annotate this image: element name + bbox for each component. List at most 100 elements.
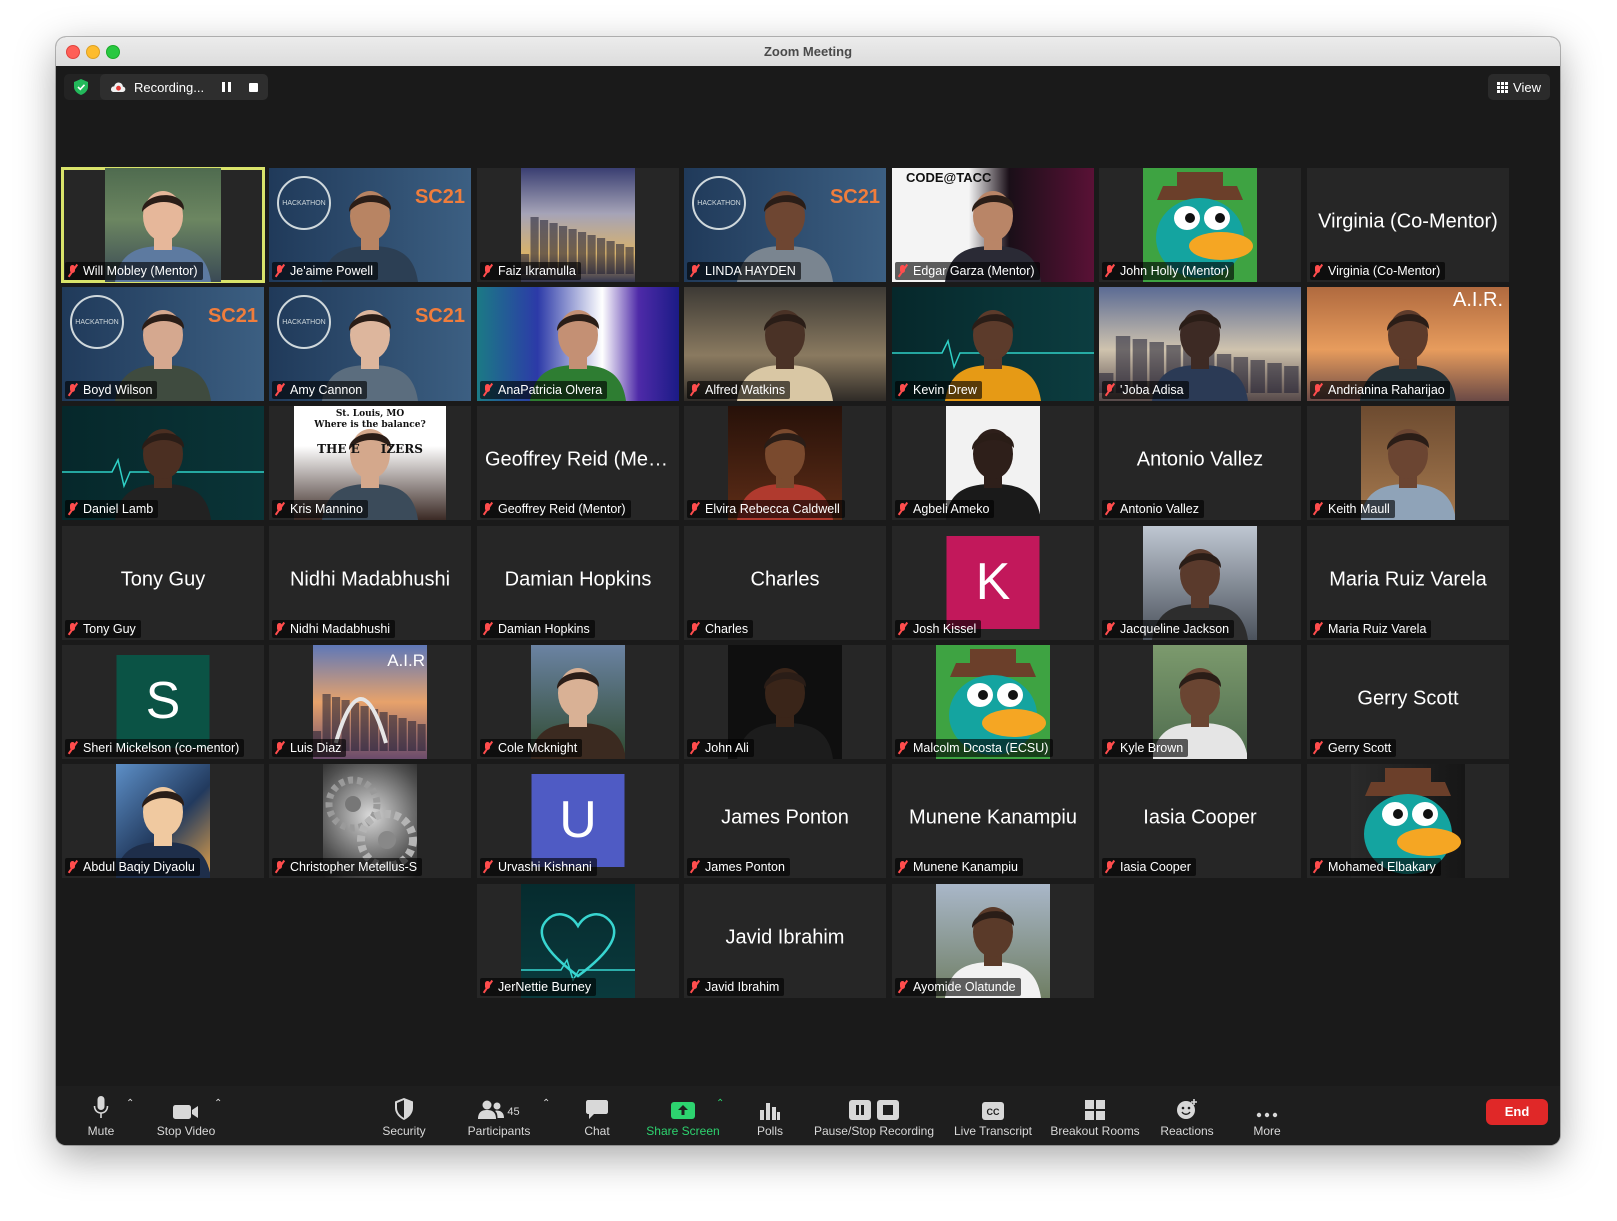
participant-tile[interactable]: Gerry Scott Gerry Scott: [1307, 645, 1509, 759]
participant-tile[interactable]: Malcolm Dcosta (ECSU): [892, 645, 1094, 759]
participant-tile[interactable]: Abdul Baqiy Diyaolu: [62, 764, 264, 878]
participant-tile[interactable]: St. Louis, MO Where is the balance? THE E …: [269, 406, 471, 520]
end-meeting-button[interactable]: End: [1486, 1099, 1548, 1125]
air-logo: A.I.R: [387, 651, 425, 670]
pause-stop-recording-button[interactable]: Pause/Stop Recording: [813, 1086, 935, 1145]
muted-microphone-icon: [690, 742, 699, 754]
participant-name: Maria Ruiz Varela: [1328, 622, 1427, 636]
participant-tile[interactable]: Ayomide Olatunde: [892, 884, 1094, 998]
breakout-rooms-button[interactable]: Breakout Rooms: [1048, 1086, 1142, 1145]
participant-avatar-initial: K: [946, 536, 1040, 629]
participant-tile[interactable]: Cole Mcknight: [477, 645, 679, 759]
video-options-caret-icon[interactable]: ⌃: [214, 1098, 222, 1109]
recording-indicator[interactable]: Recording...: [100, 74, 269, 100]
participant-tile[interactable]: HACKATHON SC21 Je'aime Powell: [269, 168, 471, 282]
stop-recording-icon[interactable]: [249, 82, 259, 92]
participant-display-name: Virginia (Co-Mentor): [1318, 210, 1498, 233]
participant-tile[interactable]: Munene Kanampiu Munene Kanampiu: [892, 764, 1094, 878]
participant-tile[interactable]: Mohamed Elbakary: [1307, 764, 1509, 878]
participant-tile[interactable]: Kyle Brown: [1099, 645, 1301, 759]
participant-tile[interactable]: Alfred Watkins: [684, 287, 886, 401]
participant-tile[interactable]: Maria Ruiz Varela Maria Ruiz Varela: [1307, 526, 1509, 640]
share-screen-button[interactable]: Share Screen: [644, 1086, 722, 1145]
participant-tile[interactable]: Antonio Vallez Antonio Vallez: [1099, 406, 1301, 520]
participants-options-caret-icon[interactable]: ⌃: [542, 1098, 550, 1109]
participant-tile[interactable]: Kevin Drew: [892, 287, 1094, 401]
participant-tile[interactable]: Charles Charles: [684, 526, 886, 640]
participants-count: 45: [507, 1106, 520, 1118]
participant-tile[interactable]: Christopher Metellus-S: [269, 764, 471, 878]
polls-label: Polls: [756, 1124, 783, 1138]
participant-name-label: Kevin Drew: [895, 381, 982, 399]
participant-tile[interactable]: AnaPatricia Olvera: [477, 287, 679, 401]
participant-tile[interactable]: JerNettie Burney: [477, 884, 679, 998]
participant-tile[interactable]: K Josh Kissel: [892, 526, 1094, 640]
participant-name-label: Amy Cannon: [272, 381, 368, 399]
participant-tile[interactable]: Keith Maull: [1307, 406, 1509, 520]
reactions-button[interactable]: Reactions: [1156, 1086, 1218, 1145]
participants-button[interactable]: 45 Participants: [464, 1086, 534, 1145]
participant-tile[interactable]: A.I.R Luis Diaz: [269, 645, 471, 759]
audio-options-caret-icon[interactable]: ⌃: [126, 1098, 134, 1109]
participant-tile[interactable]: HACKATHON SC21 Amy Cannon: [269, 287, 471, 401]
participant-name-label: Faiz Ikramulla: [480, 262, 581, 280]
participant-tile[interactable]: Iasia Cooper Iasia Cooper: [1099, 764, 1301, 878]
participant-tile[interactable]: HACKATHON SC21 LINDA HAYDEN: [684, 168, 886, 282]
pause-stop-recording-label: Pause/Stop Recording: [813, 1124, 935, 1138]
live-transcript-button[interactable]: CC Live Transcript: [951, 1086, 1035, 1145]
participant-display-name: Gerry Scott: [1357, 687, 1459, 710]
participant-tile[interactable]: 'Joba Adisa: [1099, 287, 1301, 401]
security-button[interactable]: Security: [380, 1086, 428, 1145]
participant-tile[interactable]: Daniel Lamb: [62, 406, 264, 520]
participant-tile[interactable]: Virginia (Co-Mentor) Virginia (Co-Mentor): [1307, 168, 1509, 282]
participant-tile[interactable]: HACKATHON SC21 Boyd Wilson: [62, 287, 264, 401]
muted-microphone-icon: [1105, 742, 1114, 754]
muted-microphone-icon: [1313, 503, 1322, 515]
participant-name: Keith Maull: [1328, 502, 1390, 516]
more-button[interactable]: More: [1247, 1086, 1287, 1145]
participant-tile[interactable]: S Sheri Mickelson (co-mentor): [62, 645, 264, 759]
cloud-recording-icon: [110, 81, 126, 93]
breakout-rooms-icon: [1085, 1092, 1105, 1120]
participant-name: Mohamed Elbakary: [1328, 860, 1436, 874]
participant-tile[interactable]: James Ponton James Ponton: [684, 764, 886, 878]
polls-button[interactable]: Polls: [750, 1086, 790, 1145]
share-options-caret-icon[interactable]: ⌃: [716, 1098, 724, 1109]
muted-microphone-icon: [275, 623, 284, 635]
participants-icon: 45: [478, 1092, 520, 1120]
participant-tile[interactable]: Agbeli Ameko: [892, 406, 1094, 520]
pause-recording-icon[interactable]: [222, 82, 232, 92]
participant-tile[interactable]: CODE@TACC Edgar Garza (Mentor): [892, 168, 1094, 282]
code-at-tacc-logo: CODE@TACC: [906, 170, 992, 185]
participant-tile[interactable]: John Holly (Mentor): [1099, 168, 1301, 282]
muted-microphone-icon: [690, 623, 699, 635]
participant-name-label: Mohamed Elbakary: [1310, 858, 1441, 876]
participant-name-label: Ayomide Olatunde: [895, 978, 1021, 996]
stop-video-button[interactable]: Stop Video: [154, 1086, 218, 1145]
participant-tile[interactable]: John Ali: [684, 645, 886, 759]
mute-button[interactable]: Mute: [84, 1086, 118, 1145]
participant-tile[interactable]: A.I.R. Andrianina Raharijao: [1307, 287, 1509, 401]
participant-tile[interactable]: Will Mobley (Mentor): [61, 167, 265, 283]
participant-name: Antonio Vallez: [1120, 502, 1199, 516]
participant-tile[interactable]: Damian Hopkins Damian Hopkins: [477, 526, 679, 640]
participant-tile[interactable]: Nidhi Madabhushi Nidhi Madabhushi: [269, 526, 471, 640]
participant-tile[interactable]: Elvira Rebecca Caldwell: [684, 406, 886, 520]
participant-name: Virginia (Co-Mentor): [1328, 264, 1441, 278]
participant-tile[interactable]: Geoffrey Reid (Men... Geoffrey Reid (Ment…: [477, 406, 679, 520]
participant-tile[interactable]: Javid Ibrahim Javid Ibrahim: [684, 884, 886, 998]
participant-name-label: Alfred Watkins: [687, 381, 791, 399]
hackathon-logo: HACKATHON: [70, 295, 124, 349]
participant-tile[interactable]: Tony Guy Tony Guy: [62, 526, 264, 640]
meeting-status-bar: Recording...: [64, 74, 269, 100]
muted-microphone-icon: [275, 742, 284, 754]
participant-tile[interactable]: Faiz Ikramulla: [477, 168, 679, 282]
participant-tile[interactable]: U Urvashi Kishnani: [477, 764, 679, 878]
participant-name-label: Antonio Vallez: [1102, 500, 1204, 518]
view-button[interactable]: View: [1488, 74, 1550, 100]
participant-tile[interactable]: Jacqueline Jackson: [1099, 526, 1301, 640]
participant-name: Faiz Ikramulla: [498, 264, 576, 278]
encryption-shield-icon[interactable]: [74, 79, 88, 95]
more-ellipsis-icon: [1256, 1092, 1278, 1120]
chat-button[interactable]: Chat: [577, 1086, 617, 1145]
